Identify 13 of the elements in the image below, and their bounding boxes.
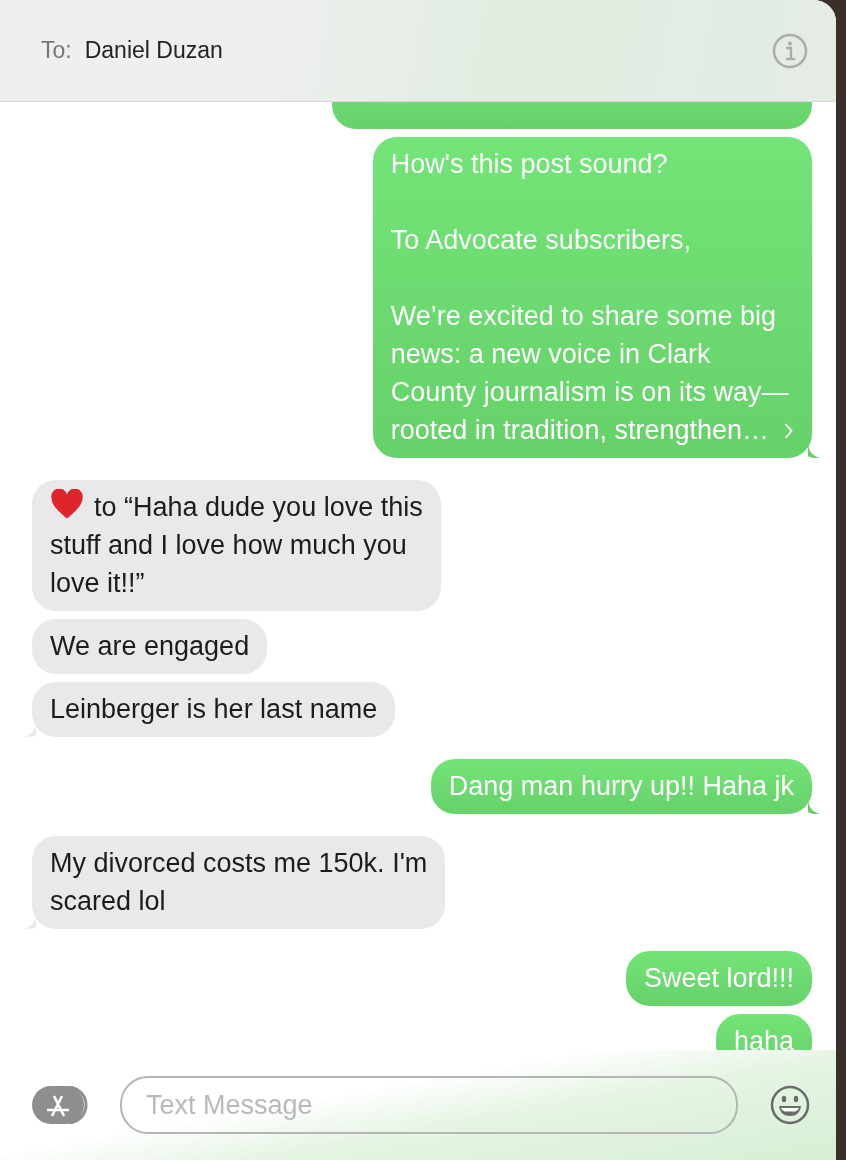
info-icon[interactable]: [772, 32, 808, 69]
to-label: To:: [41, 37, 72, 64]
message-field[interactable]: Text Message: [120, 1076, 738, 1134]
recipient-name: Daniel Duzan: [84, 37, 223, 64]
received-message: to “Haha dude you love this stuff and I love how much you love it!!”: [32, 480, 441, 611]
app-store-icon[interactable]: [32, 1086, 90, 1124]
chevron-icon: [783, 422, 794, 440]
heart-icon: [50, 489, 84, 520]
smiley-icon[interactable]: [770, 1085, 810, 1125]
bubble-tail: [808, 444, 820, 458]
received-message: We are engaged: [32, 619, 268, 674]
sent-message: Sweet lord!!!: [625, 951, 812, 1006]
bubble-tail: [808, 800, 820, 814]
